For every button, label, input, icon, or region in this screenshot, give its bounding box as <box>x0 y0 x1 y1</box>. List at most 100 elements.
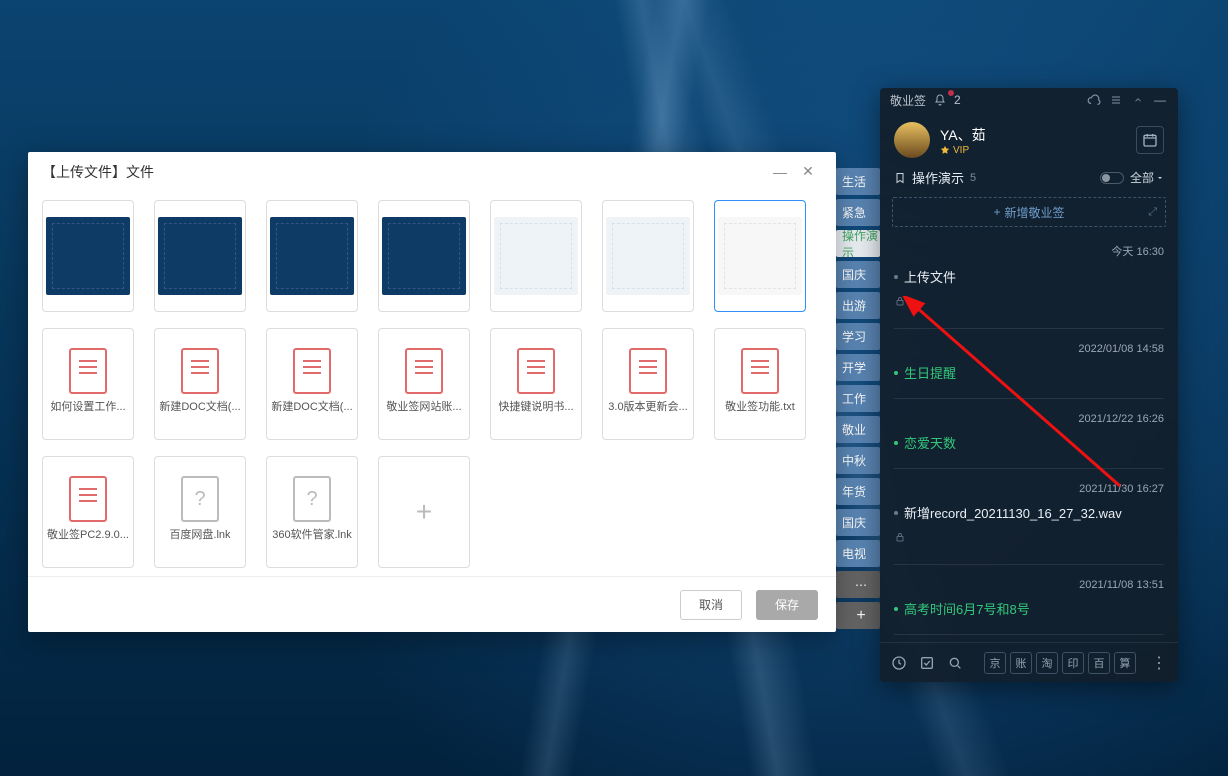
clock-icon[interactable] <box>890 654 908 672</box>
file-item[interactable]: 新建DOC文档(... <box>154 328 246 440</box>
view-toggle[interactable] <box>1100 172 1124 184</box>
file-item[interactable]: 如何设置工作... <box>42 328 134 440</box>
file-item[interactable] <box>42 200 134 312</box>
category-tag[interactable]: 电视 <box>836 540 880 567</box>
note-item[interactable]: 今天 16:30 上传文件 <box>894 229 1164 329</box>
file-item[interactable]: 敬业签网站账... <box>378 328 470 440</box>
note-item[interactable]: 2021/11/30 16:27新增record_20211130_16_27_… <box>894 469 1164 565</box>
category-tag[interactable]: 开学 <box>836 354 880 381</box>
category-tag[interactable]: 国庆 <box>836 509 880 536</box>
note-item[interactable]: 2021/11/08 13:51高考时间6月7号和8号 <box>894 565 1164 635</box>
shortcut-chip[interactable]: 账 <box>1010 652 1032 674</box>
user-row: YA、茹 VIP <box>880 112 1178 168</box>
notes-list: 今天 16:30 上传文件 2022/01/08 14:58生日提醒2021/12/… <box>880 229 1178 642</box>
file-item[interactable]: ?百度网盘.lnk <box>154 456 246 568</box>
cloud-sync-icon[interactable] <box>1086 92 1102 108</box>
category-tag[interactable]: 操作演示 <box>836 230 880 257</box>
bullet-icon <box>894 441 898 445</box>
tags-add-button[interactable]: + <box>836 602 880 629</box>
category-tag[interactable]: 年货 <box>836 478 880 505</box>
file-name: 如何设置工作... <box>43 394 133 420</box>
category-tag[interactable]: 国庆 <box>836 261 880 288</box>
calendar-button[interactable] <box>1136 126 1164 154</box>
category-tag[interactable]: 中秋 <box>836 447 880 474</box>
file-item[interactable] <box>602 200 694 312</box>
file-item[interactable]: 敬业签PC2.9.0... <box>42 456 134 568</box>
category-tag[interactable]: 生活 <box>836 168 880 195</box>
file-name: 敬业签PC2.9.0... <box>43 522 133 548</box>
collapse-up-icon[interactable] <box>1130 92 1146 108</box>
file-item[interactable] <box>714 200 806 312</box>
file-item[interactable] <box>154 200 246 312</box>
shortcut-chip[interactable]: 淘 <box>1036 652 1058 674</box>
vip-badge: VIP <box>940 145 1126 156</box>
document-icon <box>405 348 443 394</box>
category-tag[interactable]: 出游 <box>836 292 880 319</box>
more-icon[interactable]: ⋮ <box>1150 654 1168 672</box>
list-header: 操作演示 5 全部 <box>880 168 1178 193</box>
cancel-button[interactable]: 取消 <box>680 590 742 620</box>
bullet-icon <box>894 607 898 611</box>
file-item[interactable] <box>490 200 582 312</box>
file-name: 新建DOC文档(... <box>155 394 245 420</box>
note-timestamp: 今天 16:30 <box>894 243 1164 259</box>
avatar[interactable] <box>894 122 930 158</box>
notes-panel: 敬业签 2 — YA、茹 VIP 操作演 <box>880 88 1178 682</box>
file-name: 敬业签网站账... <box>379 394 469 420</box>
file-name: 新建DOC文档(... <box>267 394 357 420</box>
check-icon[interactable] <box>918 654 936 672</box>
note-item[interactable]: 2021/12/22 16:26恋爱天数 <box>894 399 1164 469</box>
file-thumbnail <box>494 217 578 295</box>
shortcut-chip[interactable]: 印 <box>1062 652 1084 674</box>
dialog-footer: 取消 保存 <box>28 576 836 632</box>
file-thumbnail <box>46 217 130 295</box>
bookmark-icon <box>894 172 906 184</box>
category-tag[interactable]: 工作 <box>836 385 880 412</box>
close-button[interactable]: ✕ <box>794 158 822 186</box>
file-name: 敬业签功能.txt <box>715 394 805 420</box>
shortcut-chip[interactable]: 京 <box>984 652 1006 674</box>
menu-icon[interactable] <box>1108 92 1124 108</box>
plus-icon: + <box>416 496 432 528</box>
note-title: 恋爱天数 <box>894 433 1164 452</box>
category-tag[interactable]: 紧急 <box>836 199 880 226</box>
badge-count: 2 <box>954 93 961 107</box>
search-icon[interactable] <box>946 654 964 672</box>
file-item[interactable]: 敬业签功能.txt <box>714 328 806 440</box>
file-item[interactable] <box>266 200 358 312</box>
file-name: 360软件管家.lnk <box>267 522 357 548</box>
new-note-button[interactable]: + 新增敬业签 ⤢ <box>892 197 1166 227</box>
note-item[interactable]: 2022/01/08 14:58生日提醒 <box>894 329 1164 399</box>
minimize-button[interactable]: — <box>766 158 794 186</box>
note-title: 上传文件 <box>894 267 1164 286</box>
lock-icon <box>894 530 1164 548</box>
file-item[interactable] <box>378 200 470 312</box>
panel-titlebar: 敬业签 2 — <box>880 88 1178 112</box>
bell-icon[interactable] <box>932 92 948 108</box>
tags-more-button[interactable]: ⋯ <box>836 571 880 598</box>
bullet-icon <box>894 511 898 515</box>
file-item[interactable]: ?360软件管家.lnk <box>266 456 358 568</box>
category-tag[interactable]: 学习 <box>836 323 880 350</box>
file-thumbnail <box>270 217 354 295</box>
bullet-icon <box>894 371 898 375</box>
document-icon <box>517 348 555 394</box>
file-thumbnail <box>718 217 802 295</box>
list-count: 5 <box>970 172 976 184</box>
filter-dropdown[interactable]: 全部 <box>1130 169 1164 186</box>
category-tag[interactable]: 敬业 <box>836 416 880 443</box>
file-item[interactable]: 新建DOC文档(... <box>266 328 358 440</box>
shortcut-chip[interactable]: 算 <box>1114 652 1136 674</box>
panel-minimize-icon[interactable]: — <box>1152 92 1168 108</box>
shortcut-chip[interactable]: 百 <box>1088 652 1110 674</box>
expand-icon[interactable]: ⤢ <box>1148 206 1157 219</box>
file-thumbnail <box>382 217 466 295</box>
file-thumbnail <box>158 217 242 295</box>
document-icon <box>741 348 779 394</box>
file-item[interactable]: 3.0版本更新会... <box>602 328 694 440</box>
dialog-header: 【上传文件】文件 — ✕ <box>28 152 836 192</box>
add-file-button[interactable]: + <box>378 456 470 568</box>
file-item[interactable]: 快捷键说明书... <box>490 328 582 440</box>
save-button[interactable]: 保存 <box>756 590 818 620</box>
note-timestamp: 2022/01/08 14:58 <box>894 343 1164 355</box>
